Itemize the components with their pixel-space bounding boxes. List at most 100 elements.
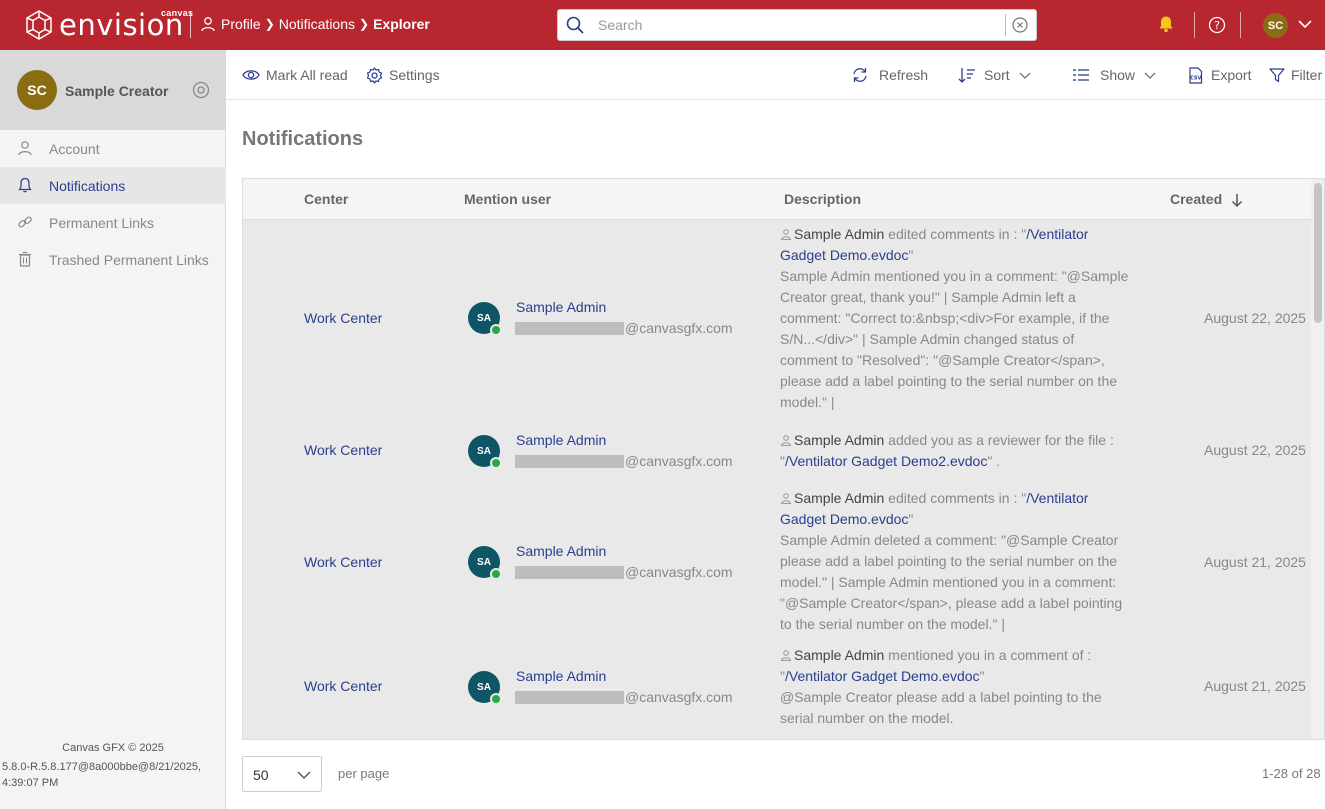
sidebar-item-label: Account	[49, 141, 100, 157]
table-row[interactable]: Work Center SA Sample Admin @canvasgfx.c…	[243, 220, 1311, 413]
show-label: Show	[1100, 67, 1136, 83]
sort-dropdown[interactable]: Sort	[958, 50, 1032, 100]
redacted-text	[515, 690, 624, 704]
target-icon[interactable]	[192, 81, 210, 99]
sidebar-item-account[interactable]: Account	[0, 130, 226, 167]
list-icon	[1073, 69, 1089, 81]
arrow-down-icon[interactable]	[1230, 192, 1244, 208]
per-page-select[interactable]: 50	[242, 756, 322, 792]
user-name-link[interactable]: Sample Admin	[516, 299, 606, 315]
table-header: Center Mention user Description Created	[243, 179, 1311, 220]
mark-all-read-button[interactable]: Mark All read	[242, 50, 348, 100]
column-header-description[interactable]: Description	[784, 191, 861, 207]
created-date: August 21, 2025	[1204, 554, 1306, 570]
redacted-text	[515, 454, 624, 468]
comment-detail: Sample Admin deleted a comment: "@Sample…	[780, 532, 1123, 632]
user-name-link[interactable]: Sample Admin	[516, 543, 606, 559]
center-link[interactable]: Work Center	[304, 310, 382, 326]
file-link[interactable]: /Ventilator Gadget Demo.evdoc	[785, 668, 980, 684]
column-header-center[interactable]: Center	[304, 191, 348, 207]
user-icon	[780, 493, 792, 504]
filter-icon	[1269, 68, 1285, 83]
filter-button[interactable]: Filter	[1269, 50, 1322, 100]
sidebar-item-label: Trashed Permanent Links	[49, 252, 209, 268]
refresh-label: Refresh	[879, 67, 929, 83]
footer-version: 5.8.0-R.5.8.177@8a000bbe@8/21/2025, 4:39…	[2, 761, 202, 789]
trash-icon	[19, 251, 31, 267]
sidebar-item-notifications[interactable]: Notifications	[0, 167, 226, 204]
avatar-initials: SA	[477, 312, 491, 324]
refresh-icon	[853, 68, 867, 82]
avatar: SA	[468, 671, 502, 705]
profile-icon	[201, 17, 215, 32]
table-scrollbar[interactable]	[1311, 179, 1324, 739]
center-link[interactable]: Work Center	[304, 442, 382, 458]
envision-logo[interactable]: envision canvas	[24, 8, 193, 42]
user-icon	[780, 435, 792, 446]
show-dropdown[interactable]: Show	[1072, 50, 1157, 100]
breadcrumb-explorer: Explorer	[373, 16, 430, 32]
redacted-text	[515, 565, 624, 579]
export-label: Export	[1211, 67, 1252, 83]
file-link[interactable]: /Ventilator Gadget Demo2.evdoc	[785, 453, 987, 469]
table-row[interactable]: Work Center SA Sample Admin @canvasgfx.c…	[243, 413, 1311, 480]
bell-icon[interactable]	[1157, 15, 1175, 33]
user-email: @canvasgfx.com	[515, 689, 733, 705]
clear-search-icon[interactable]	[1012, 17, 1028, 33]
mark-all-read-label: Mark All read	[266, 67, 348, 83]
breadcrumb-notifications[interactable]: Notifications	[279, 16, 355, 32]
user-avatar[interactable]: SC	[1263, 13, 1288, 38]
logo-small-text: canvas	[161, 8, 194, 18]
user-name-link[interactable]: Sample Admin	[516, 668, 606, 684]
refresh-button[interactable]: Refresh	[851, 50, 928, 100]
search-input[interactable]	[598, 15, 998, 35]
user-email: @canvasgfx.com	[515, 564, 733, 580]
sidebar-item-label: Notifications	[49, 178, 126, 194]
table-row[interactable]: Work Center SA Sample Admin @canvasgfx.c…	[243, 641, 1311, 739]
chevron-down-icon[interactable]	[1297, 18, 1313, 30]
csv-file-icon: CSV	[1189, 66, 1203, 84]
actor-name: Sample Admin	[794, 226, 885, 242]
user-name: Sample Creator	[65, 83, 169, 99]
column-header-mention-user[interactable]: Mention user	[464, 191, 551, 207]
comment-detail: Sample Admin mentioned you in a comment:…	[780, 268, 1129, 410]
sidebar-item-trashed-permanent-links[interactable]: Trashed Permanent Links	[0, 241, 226, 278]
scrollbar-thumb[interactable]	[1314, 183, 1322, 323]
logo-icon	[26, 10, 52, 40]
breadcrumb-profile[interactable]: Profile	[221, 16, 261, 32]
chevron-right-icon: ❯	[264, 17, 275, 31]
bell-icon	[18, 177, 32, 193]
notification-description: Sample Admin edited comments in : "/Vent…	[780, 224, 1132, 413]
filter-label: Filter	[1291, 67, 1323, 83]
email-domain: @canvasgfx.com	[625, 564, 733, 580]
per-page-value: 50	[253, 767, 269, 783]
actor-name: Sample Admin	[794, 647, 885, 663]
center-link[interactable]: Work Center	[304, 678, 382, 694]
export-button[interactable]: CSV Export	[1188, 50, 1251, 100]
online-status-dot	[490, 324, 502, 336]
table-row[interactable]: Work Center SA Sample Admin @canvasgfx.c…	[243, 480, 1311, 641]
user-email: @canvasgfx.com	[515, 453, 733, 469]
column-header-created[interactable]: Created	[1170, 191, 1222, 207]
action-text: edited comments in : "	[884, 226, 1027, 242]
sidebar: SC Sample Creator Account Notifications …	[0, 50, 226, 809]
user-icon	[780, 229, 792, 240]
help-icon[interactable]: ?	[1208, 16, 1226, 34]
email-domain: @canvasgfx.com	[625, 453, 733, 469]
sidebar-item-permanent-links[interactable]: Permanent Links	[0, 204, 226, 241]
center-link[interactable]: Work Center	[304, 554, 382, 570]
header-divider	[1194, 12, 1195, 38]
notification-description: Sample Admin mentioned you in a comment …	[780, 645, 1132, 729]
avatar: SA	[468, 435, 502, 469]
settings-label: Settings	[389, 67, 440, 83]
email-domain: @canvasgfx.com	[625, 320, 733, 336]
user-name-link[interactable]: Sample Admin	[516, 432, 606, 448]
gear-icon	[366, 66, 383, 84]
sort-label: Sort	[984, 67, 1010, 83]
search-box	[557, 9, 1037, 41]
settings-button[interactable]: Settings	[366, 50, 440, 100]
per-page-label: per page	[338, 766, 390, 781]
user-profile-card: SC Sample Creator	[0, 50, 226, 130]
avatar-initials: SA	[477, 681, 491, 693]
page-title: Notifications	[242, 128, 364, 150]
